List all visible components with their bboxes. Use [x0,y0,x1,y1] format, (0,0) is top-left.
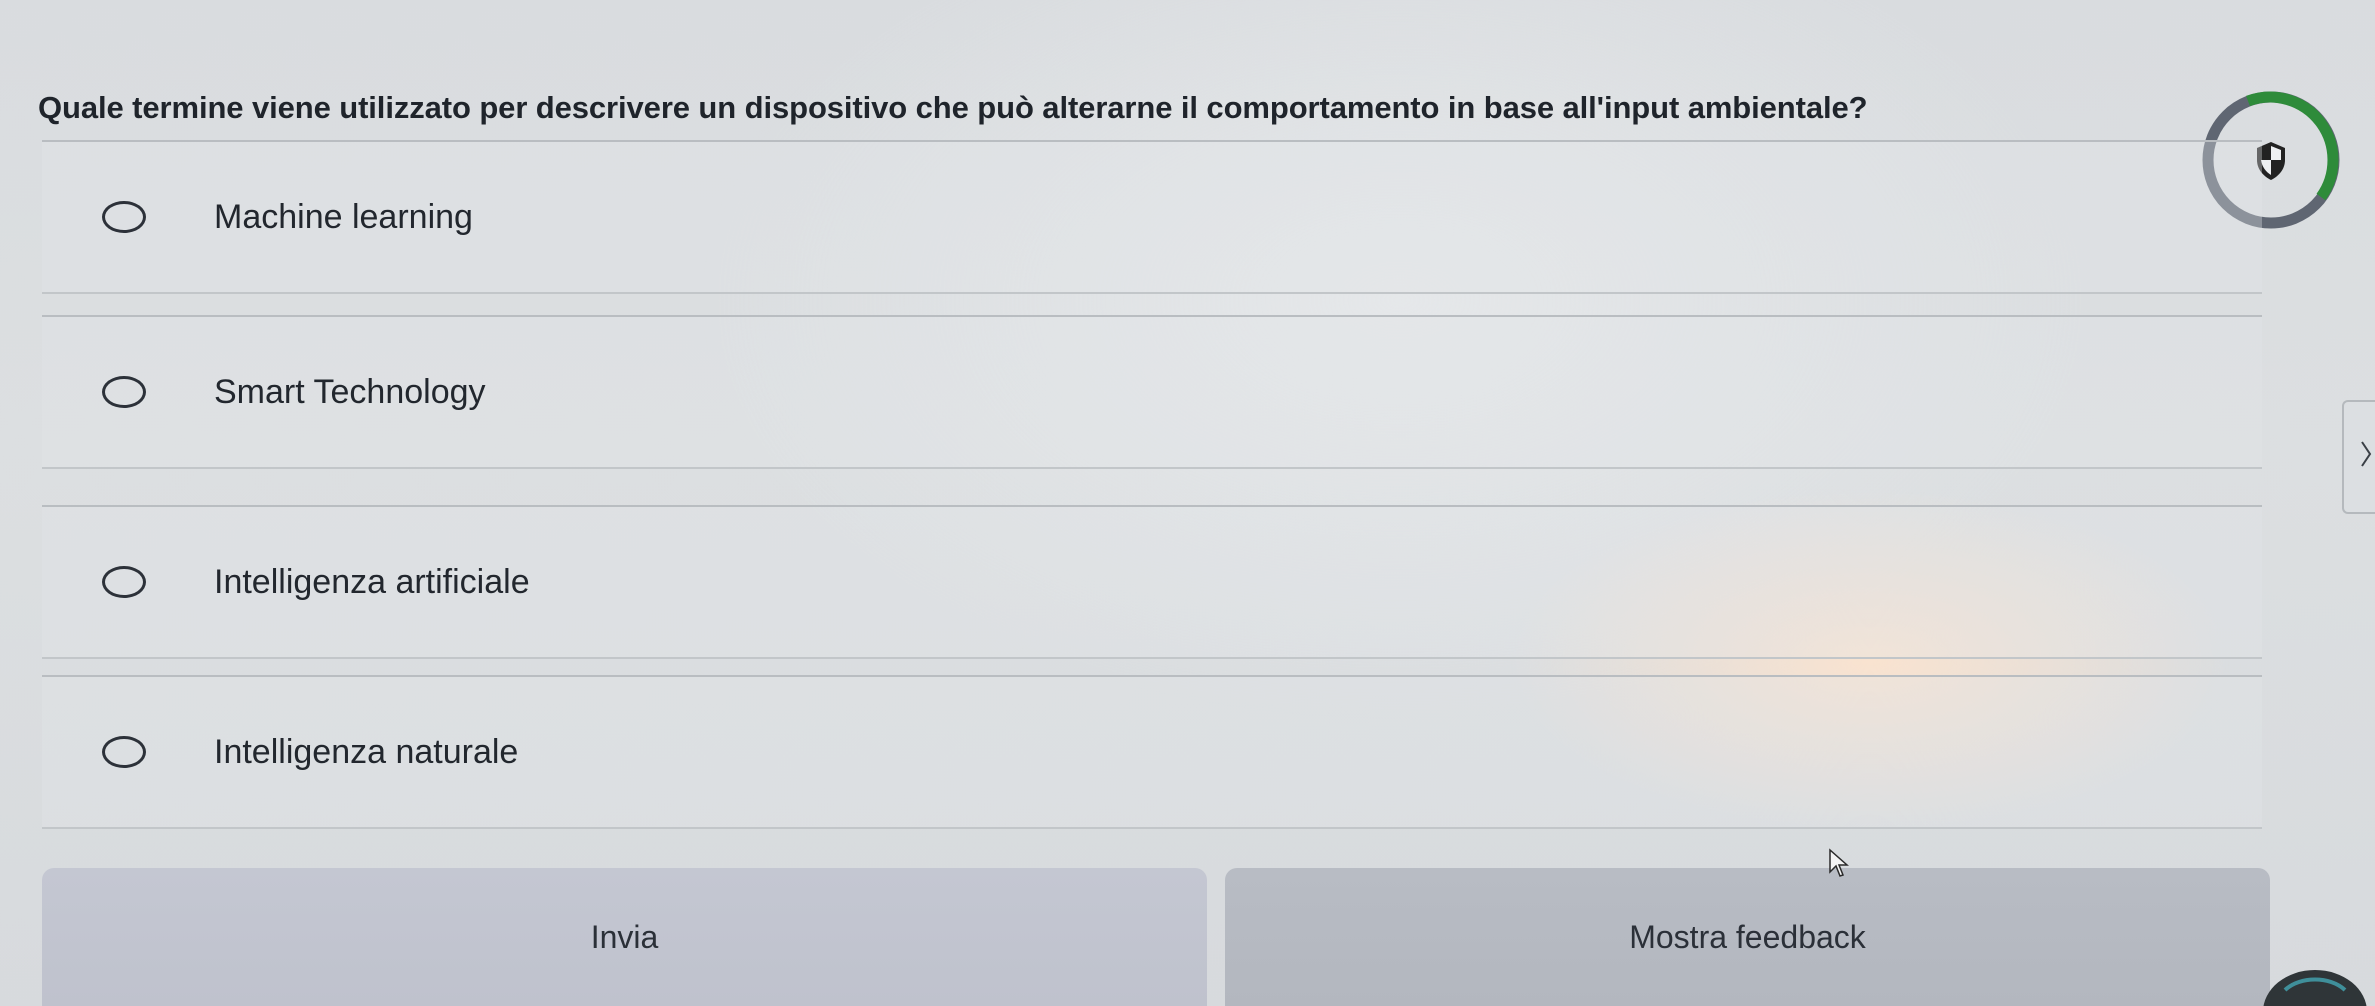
radio-button[interactable] [102,376,146,408]
submit-button[interactable]: Invia [42,868,1207,1006]
answer-option-label: Intelligenza artificiale [214,562,530,601]
answer-option-2[interactable]: Smart Technology [42,315,2262,469]
mouse-cursor-icon [1829,848,1849,877]
answer-option-3[interactable]: Intelligenza artificiale [42,505,2262,659]
radio-button[interactable] [102,566,146,598]
answer-option-1[interactable]: Machine learning [42,140,2262,294]
side-panel-tab[interactable] [2342,400,2375,514]
corner-avatar-icon [2263,970,2367,1006]
radio-button[interactable] [102,736,146,768]
answer-option-4[interactable]: Intelligenza naturale [42,675,2262,829]
question-text: Quale termine viene utilizzato per descr… [38,90,1868,125]
show-feedback-button-label: Mostra feedback [1629,918,1866,955]
answer-option-label: Machine learning [214,197,473,236]
answer-option-label: Intelligenza naturale [214,732,519,771]
submit-button-label: Invia [590,918,659,955]
show-feedback-button[interactable]: Mostra feedback [1225,868,2270,1006]
radio-button[interactable] [102,201,146,233]
chevron-right-icon [2361,441,2372,467]
answer-option-label: Smart Technology [214,372,486,411]
